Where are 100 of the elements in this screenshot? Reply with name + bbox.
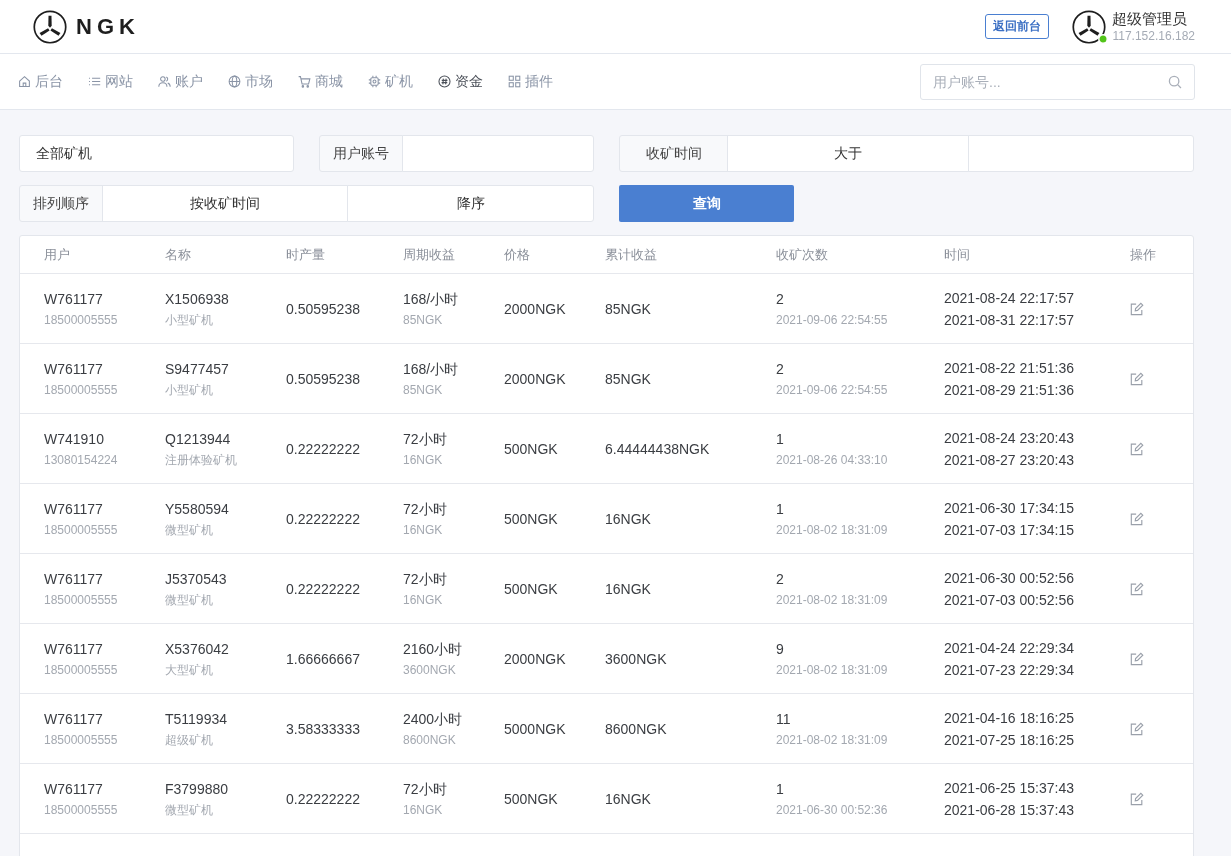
- edit-icon[interactable]: [1130, 441, 1144, 456]
- sort-direction-select[interactable]: 降序: [347, 185, 594, 222]
- user-id: W761177: [44, 289, 103, 309]
- cart-icon: [298, 75, 311, 88]
- user-account-label: 用户账号: [319, 135, 403, 172]
- miner-type: 微型矿机: [165, 521, 213, 539]
- last-harvest-time: 2021-08-26 04:33:10: [776, 451, 888, 469]
- column-header: 操作: [1130, 245, 1156, 264]
- user-id: W761177: [44, 709, 103, 729]
- miner-type-select[interactable]: 全部矿机: [19, 135, 294, 172]
- total-income: 16NGK: [605, 789, 651, 809]
- price: 500NGK: [504, 439, 558, 459]
- harvest-count: 9: [776, 639, 784, 659]
- user-account-input[interactable]: [402, 135, 594, 172]
- phone-number: 18500005555: [44, 591, 118, 609]
- avatar-icon[interactable]: [1072, 9, 1107, 44]
- hourly-output: 0.50595238: [286, 369, 360, 389]
- harvest-count: 1: [776, 499, 784, 519]
- nav-tab[interactable]: 后台: [18, 72, 63, 91]
- start-time: 2021-08-22 21:51:36: [944, 358, 1074, 378]
- comparison-select[interactable]: 大于: [727, 135, 969, 172]
- miner-type: 超级矿机: [165, 731, 213, 749]
- cycle-income: 16NGK: [403, 801, 443, 819]
- search-icon[interactable]: [1168, 74, 1182, 89]
- last-harvest-time: 2021-09-06 22:54:55: [776, 381, 888, 399]
- back-to-site-button[interactable]: 返回前台: [985, 14, 1050, 39]
- hourly-output: 0.50595238: [286, 299, 360, 319]
- miner-id: X5376042: [165, 639, 229, 659]
- cycle-duration: 72小时: [403, 569, 447, 589]
- cycle-income: 85NGK: [403, 311, 443, 329]
- phone-number: 18500005555: [44, 731, 118, 749]
- nav-tab[interactable]: 资金: [438, 72, 483, 91]
- phone-number: 18500005555: [44, 381, 118, 399]
- end-time: 2021-07-03 00:52:56: [944, 590, 1074, 610]
- user-ip-address: 117.152.16.182: [1112, 27, 1195, 44]
- total-income: 6.44444438NGK: [605, 439, 710, 459]
- harvest-count: 2: [776, 569, 784, 589]
- harvest-time-input[interactable]: [968, 135, 1194, 172]
- edit-icon[interactable]: [1130, 301, 1144, 316]
- nav-tab[interactable]: 网站: [88, 72, 133, 91]
- nav-tab[interactable]: 商城: [298, 72, 343, 91]
- miner-type: 小型矿机: [165, 381, 213, 399]
- list-icon: [88, 75, 101, 88]
- price: 5000NGK: [504, 719, 566, 739]
- edit-icon[interactable]: [1130, 791, 1144, 806]
- end-time: 2021-06-28 15:37:43: [944, 800, 1074, 820]
- total-income: 16NGK: [605, 509, 651, 529]
- column-header: 价格: [504, 245, 530, 264]
- column-header: 周期收益: [403, 245, 455, 264]
- start-time: 2021-08-24 23:20:43: [944, 428, 1074, 448]
- grid-icon: [508, 75, 521, 88]
- cycle-duration: 72小时: [403, 499, 447, 519]
- end-time: 2021-07-25 18:16:25: [944, 730, 1074, 750]
- cycle-duration: 2400小时: [403, 709, 463, 729]
- start-time: 2021-06-30 17:34:15: [944, 498, 1074, 518]
- start-time: 2021-04-16 18:16:25: [944, 708, 1074, 728]
- edit-icon[interactable]: [1130, 581, 1144, 596]
- logo-emblem-icon: [33, 9, 67, 44]
- harvest-count: 1: [776, 779, 784, 799]
- sort-field-select[interactable]: 按收矿时间: [102, 185, 348, 222]
- phone-number: 18500005555: [44, 801, 118, 819]
- harvest-time-label: 收矿时间: [619, 135, 728, 172]
- miner-id: Q1213944: [165, 429, 231, 449]
- miner-type: 小型矿机: [165, 311, 213, 329]
- column-header: 时产量: [286, 245, 325, 264]
- cycle-income: 16NGK: [403, 521, 443, 539]
- hourly-output: 1.66666667: [286, 649, 360, 669]
- column-header: 时间: [944, 245, 970, 264]
- edit-icon[interactable]: [1130, 651, 1144, 666]
- cycle-income: 16NGK: [403, 591, 443, 609]
- edit-icon[interactable]: [1130, 721, 1144, 736]
- miner-id: J5370543: [165, 569, 227, 589]
- start-time: 2021-06-30 00:52:56: [944, 568, 1074, 588]
- query-button[interactable]: 查询: [619, 185, 794, 222]
- last-harvest-time: 2021-06-30 00:52:36: [776, 801, 888, 819]
- edit-icon[interactable]: [1130, 511, 1144, 526]
- nav-tab[interactable]: 市场: [228, 72, 273, 91]
- column-header: 用户: [44, 245, 70, 264]
- total-income: 85NGK: [605, 369, 651, 389]
- total-income: 85NGK: [605, 299, 651, 319]
- hourly-output: 3.58333333: [286, 719, 360, 739]
- miner-id: X1506938: [165, 289, 229, 309]
- price: 500NGK: [504, 789, 558, 809]
- nav-tab[interactable]: 矿机: [368, 72, 413, 91]
- last-harvest-time: 2021-08-02 18:31:09: [776, 521, 888, 539]
- nav-tab[interactable]: 账户: [158, 72, 203, 91]
- nav-tab[interactable]: 插件: [508, 72, 553, 91]
- price: 2000NGK: [504, 369, 566, 389]
- price: 500NGK: [504, 579, 558, 599]
- miner-type: 注册体验矿机: [165, 451, 237, 469]
- user-id: W761177: [44, 359, 103, 379]
- last-harvest-time: 2021-09-06 22:54:55: [776, 311, 888, 329]
- search-field[interactable]: 用户账号...: [920, 63, 1195, 100]
- user-id: W761177: [44, 779, 103, 799]
- edit-icon[interactable]: [1130, 371, 1144, 386]
- cycle-income: 3600NGK: [403, 661, 456, 679]
- cycle-income: 16NGK: [403, 451, 443, 469]
- user-id: W741910: [44, 429, 104, 449]
- end-time: 2021-08-31 22:17:57: [944, 310, 1074, 330]
- globe-icon: [228, 75, 241, 88]
